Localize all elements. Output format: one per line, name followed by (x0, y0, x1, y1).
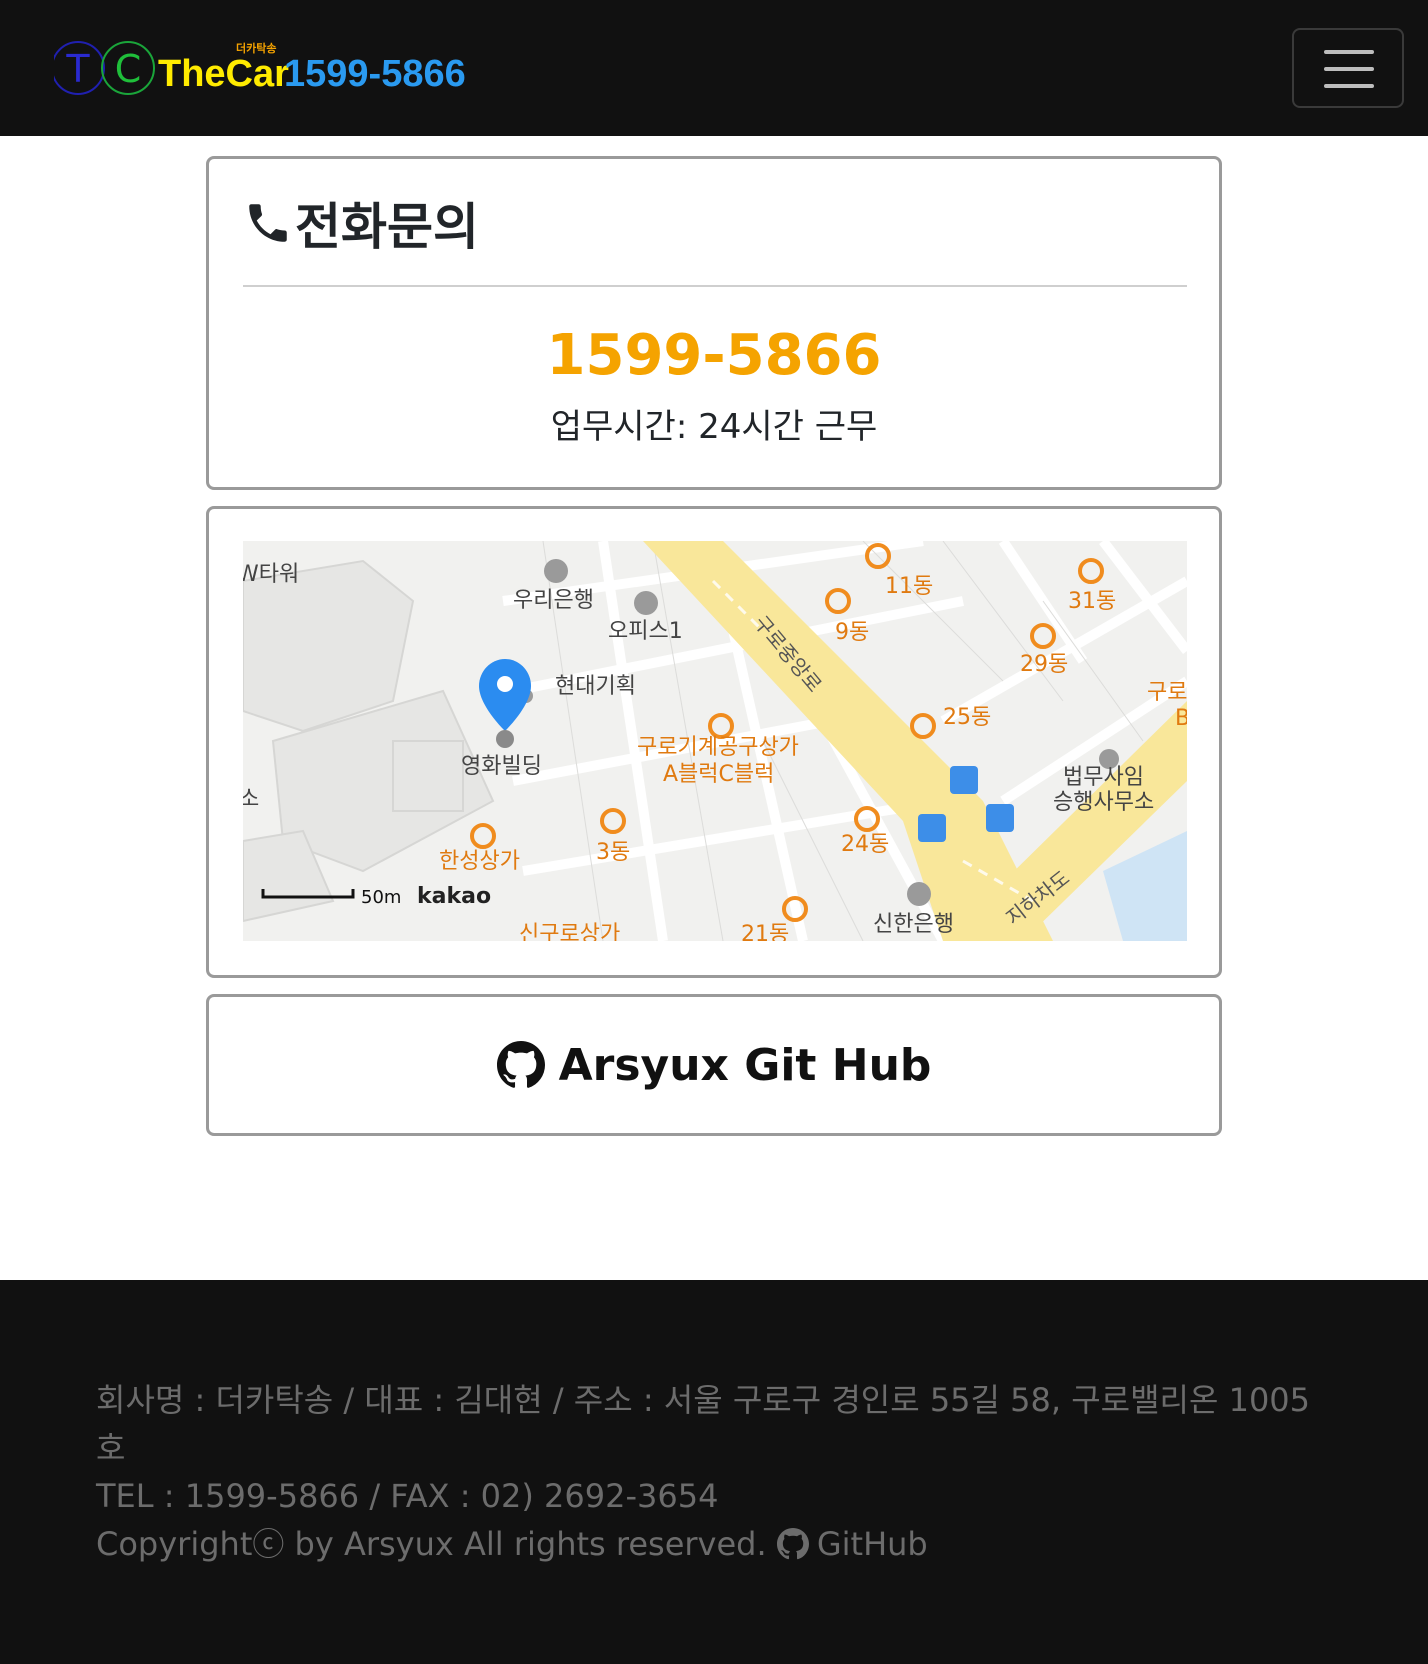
github-link-button[interactable]: Arsyux Git Hub (209, 997, 1219, 1133)
phone-card-title-text: 전화문의 (295, 198, 479, 256)
kakao-map[interactable]: W타워 우리은행 오피스1 현대기획 영화빌딩 법무사임 승행사무소 소 신한은… (243, 541, 1187, 941)
footer-info: 회사명 : 더카탁송 / 대표 : 김대현 / 주소 : 서울 구로구 경인로 … (96, 1376, 1336, 1568)
map-label: 우리은행 (513, 588, 594, 613)
map-label: 31동 (1068, 589, 1116, 614)
map-label: 29동 (1020, 652, 1068, 677)
brand-logo[interactable]: T C 더카탁송 TheCar 1599-5866 (54, 38, 474, 98)
map-label: 25동 (943, 705, 991, 730)
map-label: 11동 (885, 574, 933, 599)
kakao-map-logo: kakao (417, 884, 491, 909)
footer-copyright: Copyrightⓒ by Arsyux All rights reserved… (96, 1525, 767, 1563)
footer-copyright-line: Copyrightⓒ by Arsyux All rights reserved… (96, 1520, 1336, 1568)
map-label: 한성상가 (439, 849, 520, 874)
map-label: 승행사무소 (1053, 790, 1154, 815)
logo-letter-t: T (65, 47, 90, 91)
hamburger-icon (1324, 50, 1374, 54)
map-scale-text: 50m (361, 887, 401, 908)
footer-company-info: 회사명 : 더카탁송 / 대표 : 김대현 / 주소 : 서울 구로구 경인로 … (96, 1381, 1311, 1467)
phone-icon (249, 204, 287, 242)
logo-phone: 1599-5866 (284, 53, 466, 95)
map-card: W타워 우리은행 오피스1 현대기획 영화빌딩 법무사임 승행사무소 소 신한은… (206, 506, 1222, 978)
github-icon (496, 1041, 545, 1088)
footer-contact-info: TEL : 1599-5866 / FAX : 02) 2692-3654 (96, 1477, 719, 1515)
phone-card-title: 전화문의 (243, 193, 479, 256)
map-label: 구로 (1147, 680, 1187, 705)
map-label: 3동 (596, 840, 630, 865)
footer-github-label: GitHub (816, 1525, 928, 1563)
github-card: Arsyux Git Hub (206, 994, 1222, 1136)
map-label: B (1175, 706, 1187, 731)
map-label: 9동 (835, 620, 869, 645)
phone-inquiry-card: 전화문의 1599-5866 업무시간: 24시간 근무 (206, 156, 1222, 490)
map-label: 구로기계공구상가 (637, 735, 799, 760)
map-label: 신구로상가 (519, 922, 620, 941)
map-label: 오피스1 (608, 619, 683, 644)
top-navbar: T C 더카탁송 TheCar 1599-5866 (0, 0, 1428, 136)
phone-card-divider (243, 285, 1187, 287)
bus-stop-icon (950, 766, 978, 794)
github-icon (776, 1528, 809, 1560)
map-label: 신한은행 (873, 912, 954, 937)
footer-github-link[interactable]: GitHub (776, 1525, 928, 1563)
map-label: A블럭C블럭 (663, 762, 774, 787)
github-link-label: Arsyux Git Hub (558, 1039, 932, 1091)
phone-number[interactable]: 1599-5866 (209, 323, 1219, 388)
map-label: 21동 (741, 922, 789, 941)
logo-letter-c: C (115, 47, 142, 91)
menu-toggle-button[interactable] (1292, 28, 1404, 108)
logo-name: TheCar (158, 53, 289, 95)
map-label: 소 (243, 787, 259, 812)
map-label: 법무사임 (1063, 765, 1144, 790)
map-label: 현대기획 (555, 674, 636, 699)
bank-icon (544, 559, 568, 583)
map-label: 영화빌딩 (461, 754, 542, 779)
map-label: 24동 (841, 832, 889, 857)
footer: 회사명 : 더카탁송 / 대표 : 김대현 / 주소 : 서울 구로구 경인로 … (0, 1280, 1428, 1664)
map-label: W타워 (243, 562, 299, 587)
business-hours: 업무시간: 24시간 근무 (550, 407, 878, 447)
